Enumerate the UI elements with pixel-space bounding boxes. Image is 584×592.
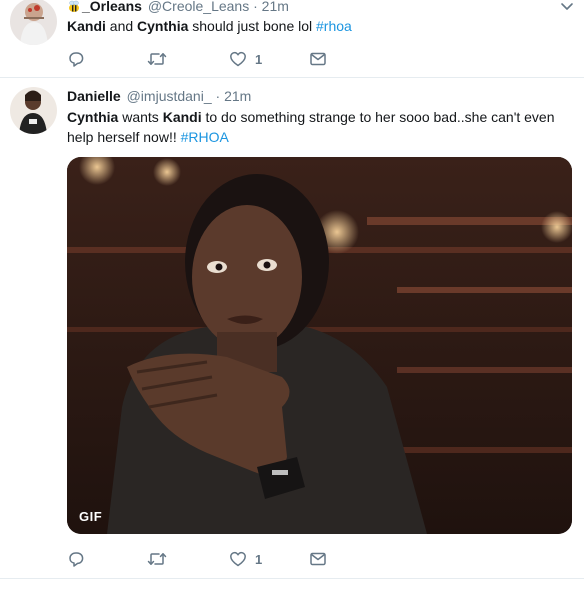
hashtag-link[interactable]: #rhoa [316,18,352,34]
envelope-icon [310,52,326,66]
gif-badge: GIF [79,509,103,524]
direct-message-button[interactable] [309,549,327,569]
gif-frame-image [67,157,572,534]
tweet-1[interactable]: _Orleans @Creole_Leans · 21m Kandi and C… [0,0,584,76]
separator: · [253,0,258,14]
envelope-icon [310,552,326,566]
timestamp[interactable]: 21m [224,88,251,104]
text-span: should just bone lol [188,18,317,34]
heart-icon [230,551,246,567]
like-button[interactable]: 1 [229,549,262,569]
tweet-divider [0,578,584,579]
display-name[interactable]: _Orleans [82,0,142,14]
direct-message-button[interactable] [309,49,327,69]
retweet-button[interactable] [147,549,175,569]
like-count: 1 [255,51,263,67]
like-button[interactable]: 1 [229,49,262,69]
bee-emoji-icon [69,0,79,12]
mention-kandi: Kandi [67,18,106,34]
mention-cynthia: Cynthia [67,109,119,125]
reply-button[interactable] [67,549,93,569]
text-span: wants [118,109,163,125]
retweet-icon [147,53,167,65]
timestamp[interactable]: 21m [262,0,289,14]
tweet-text: Kandi and Cynthia should just bone lol #… [67,16,572,36]
mention-kandi: Kandi [162,109,202,125]
avatar[interactable] [10,87,57,134]
like-count: 1 [255,551,263,567]
reply-button[interactable] [67,49,93,69]
chevron-down-icon[interactable] [560,2,574,12]
tweet-2[interactable]: Danielle @imjustdani_ · 21m Cynthia want… [0,78,584,578]
gif-media[interactable]: GIF [67,157,572,534]
reply-icon [69,52,84,67]
tweet-header: _Orleans @Creole_Leans · 21m [67,0,289,14]
display-name[interactable]: Danielle [67,88,121,104]
separator: · [215,88,221,104]
retweet-button[interactable] [147,49,175,69]
avatar[interactable] [10,0,57,45]
user-handle[interactable]: @imjustdani_ [127,88,212,104]
user-handle[interactable]: @Creole_Leans [148,0,249,14]
hashtag-link[interactable]: #RHOA [181,129,229,145]
tweet-header: Danielle @imjustdani_ · 21m [67,88,251,104]
reply-icon [69,552,84,567]
tweet-text: Cynthia wants Kandi to do something stra… [67,107,572,147]
retweet-icon [147,553,167,565]
mention-cynthia: Cynthia [137,18,189,34]
tweet-actions: 1 [67,549,367,569]
tweet-actions: 1 [67,49,367,69]
text-span: and [105,18,138,34]
heart-icon [230,51,246,67]
